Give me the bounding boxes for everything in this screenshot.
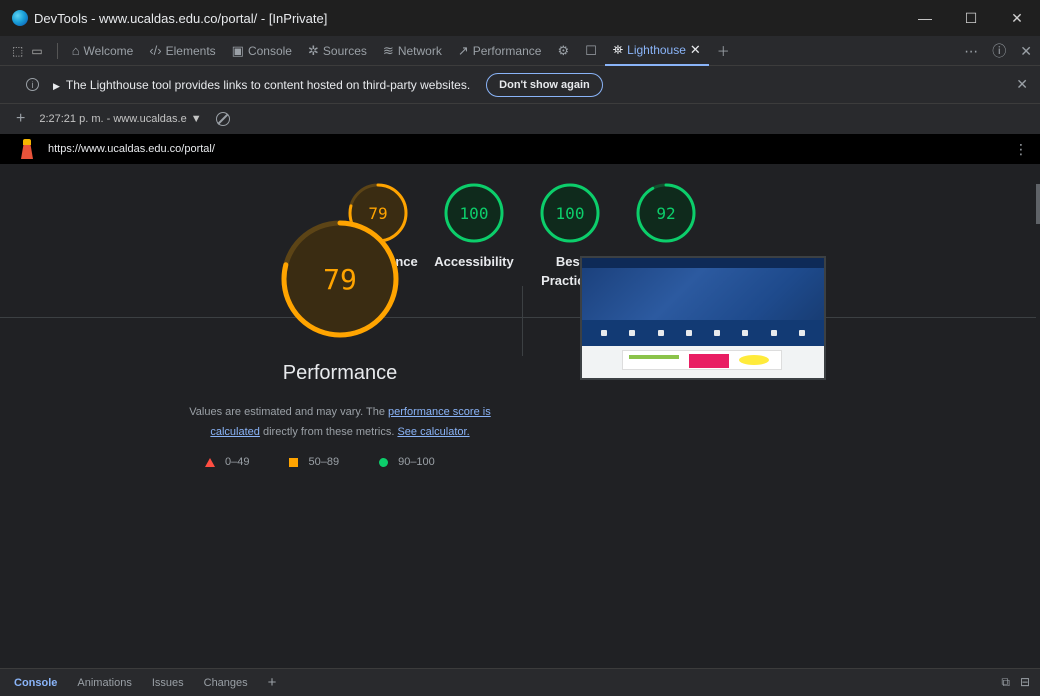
clear-reports-icon[interactable] — [215, 112, 230, 126]
legend-average: 50–89 — [289, 456, 339, 468]
tab-network[interactable]: ≋ Network — [375, 36, 450, 66]
vertical-divider — [522, 286, 523, 356]
more-tools-icon[interactable]: ⋯ — [964, 43, 978, 60]
lighthouse-logo-icon — [20, 139, 34, 159]
gauge-ring: 100 — [540, 183, 600, 243]
tab-settings-gear[interactable]: ⚙ — [549, 36, 577, 66]
plus-icon: ＋ — [716, 44, 730, 59]
performance-icon: ↗ — [457, 42, 469, 58]
report-url: https://www.ucaldas.edu.co/portal/ — [48, 143, 215, 155]
report-url-bar: https://www.ucaldas.edu.co/portal/ ⋮ — [0, 134, 1040, 164]
window-titlebar: DevTools - www.ucaldas.edu.co/portal/ - … — [0, 0, 1040, 36]
score-gauges: 79 Performance 100 Accessibility 100 Bes… — [0, 164, 1036, 318]
help-icon[interactable]: ⓘ — [992, 41, 1006, 61]
devtools-tabbar: ⬚ ▭ ⌂ Welcome ‹/› Elements ▣ Console ✲ S… — [0, 36, 1040, 66]
lighthouse-icon: ⛯ — [612, 41, 624, 57]
close-banner-icon[interactable]: ✕ — [1016, 76, 1028, 93]
inspect-element-icon[interactable]: ⬚ — [12, 44, 23, 58]
dock-icon[interactable]: ⧉ — [1001, 675, 1010, 690]
tab-welcome[interactable]: ⌂ Welcome — [64, 36, 142, 66]
info-message: ▶ The Lighthouse tool provides links to c… — [53, 77, 471, 92]
tab-elements[interactable]: ‹/› Elements — [141, 36, 223, 66]
report-menu-icon[interactable]: ⋮ — [1014, 141, 1028, 158]
expand-triangle-icon[interactable]: ▶ — [53, 81, 60, 91]
report-select[interactable]: 2:27:21 p. m. - www.ucaldas.e ▼ — [39, 113, 201, 125]
device-toolbar-icon[interactable]: ▭ — [31, 44, 42, 58]
page-screenshot-thumbnail[interactable] — [580, 256, 826, 380]
tab-lighthouse[interactable]: ⛯ Lighthouse ✕ — [604, 36, 709, 66]
gauge-value: 92 — [656, 204, 675, 223]
info-icon: i — [26, 78, 39, 91]
minimize-button[interactable]: — — [902, 0, 948, 36]
drawer-tab-animations[interactable]: Animations — [77, 677, 131, 689]
report-toolbar: + 2:27:21 p. m. - www.ucaldas.e ▼ — [0, 104, 1040, 134]
gauge-value: 100 — [556, 204, 585, 223]
add-tab-button[interactable]: ＋ — [709, 36, 738, 66]
big-gauge-ring: 79 — [281, 220, 399, 338]
triangle-icon — [205, 457, 215, 467]
gear-icon: ⚙ — [557, 42, 570, 58]
tab-performance[interactable]: ↗ Performance — [450, 36, 550, 66]
tab-sources[interactable]: ✲ Sources — [300, 36, 375, 66]
drawer-tab-console[interactable]: Console — [14, 677, 57, 689]
tabbar-separator — [56, 42, 58, 59]
content-scrollbar[interactable] — [1036, 164, 1040, 668]
new-report-icon[interactable]: + — [16, 110, 25, 128]
code-icon: ‹/› — [149, 43, 162, 58]
big-gauge-value: 79 — [323, 263, 357, 296]
wifi-icon: ≋ — [382, 42, 394, 58]
close-drawer-icon[interactable]: ⊟ — [1020, 675, 1030, 690]
window-icon: ☐ — [585, 42, 597, 58]
tab-console[interactable]: ▣ Console — [224, 36, 300, 66]
edge-logo-icon — [12, 10, 28, 26]
drawer-tab-changes[interactable]: Changes — [204, 677, 248, 689]
close-tab-icon[interactable]: ✕ — [690, 42, 701, 58]
performance-title: Performance — [282, 362, 398, 384]
close-devtools-icon[interactable]: ✕ — [1020, 43, 1032, 60]
bottom-drawer: Console Animations Issues Changes + ⧉ ⊟ — [0, 668, 1040, 696]
home-icon: ⌂ — [71, 43, 80, 58]
drawer-tab-issues[interactable]: Issues — [152, 677, 184, 689]
legend-pass: 90–100 — [379, 456, 435, 468]
performance-big-gauge: 79 — [180, 214, 500, 347]
console-icon: ▣ — [231, 42, 244, 58]
dont-show-again-button[interactable]: Don't show again — [486, 72, 603, 97]
report-content: 79 Performance 100 Accessibility 100 Bes… — [0, 164, 1036, 668]
close-window-button[interactable]: ✕ — [994, 0, 1040, 36]
info-banner: i ▶ The Lighthouse tool provides links to… — [0, 66, 1040, 104]
dropdown-arrow-icon: ▼ — [190, 113, 202, 125]
performance-description: Values are estimated and may vary. The p… — [189, 406, 491, 438]
score-legend: 0–49 50–89 90–100 — [205, 456, 505, 468]
circle-icon — [379, 457, 389, 467]
bug-icon: ✲ — [307, 42, 319, 58]
tab-application[interactable]: ☐ — [577, 36, 605, 66]
window-title: DevTools - www.ucaldas.edu.co/portal/ - … — [34, 10, 328, 26]
square-icon — [289, 457, 299, 467]
see-calculator-link[interactable]: See calculator. — [397, 426, 469, 438]
drawer-add-tab-icon[interactable]: + — [268, 674, 277, 691]
legend-fail: 0–49 — [205, 456, 249, 468]
gauge-ring: 92 — [636, 183, 696, 243]
maximize-button[interactable]: ☐ — [948, 0, 994, 36]
